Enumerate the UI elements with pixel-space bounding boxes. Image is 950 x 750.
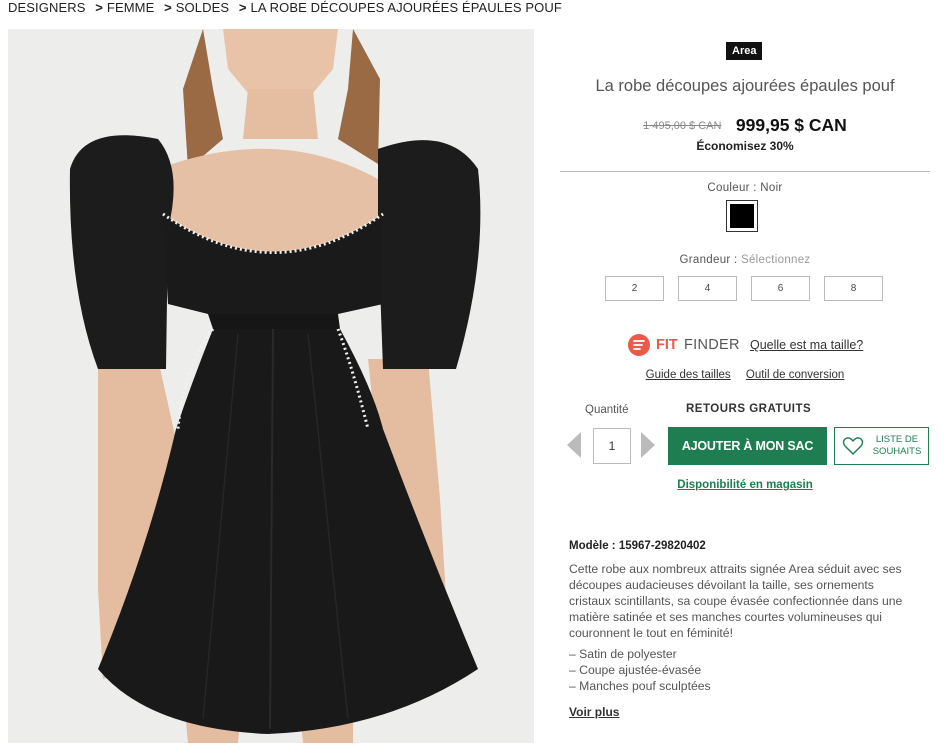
size-option-6[interactable]: 6 xyxy=(751,276,810,301)
breadcrumb-femme[interactable]: FEMME xyxy=(107,0,154,15)
breadcrumb: DESIGNERS > FEMME > SOLDES > LA ROBE DÉCOUP… xyxy=(8,0,562,16)
breadcrumb-current: LA ROBE DÉCOUPES AJOURÉES ÉPAULES POUF xyxy=(250,0,562,15)
store-availability-link[interactable]: Disponibilité en magasin xyxy=(560,479,930,491)
quantity-label: Quantité xyxy=(585,404,629,416)
quantity-input[interactable]: 1 xyxy=(593,428,631,464)
wishlist-button[interactable]: LISTE DE SOUHAITS xyxy=(834,427,929,465)
see-more-link[interactable]: Voir plus xyxy=(569,705,619,719)
fit-finder: FIT FINDER Quelle est ma taille? xyxy=(628,334,928,358)
size-options: 2 4 6 8 xyxy=(605,276,885,302)
quantity-increase-icon[interactable] xyxy=(641,432,655,458)
size-option-2[interactable]: 2 xyxy=(605,276,664,301)
add-to-bag-button[interactable]: AJOUTER À MON SAC xyxy=(668,427,827,465)
feature-item: Manches pouf sculptées xyxy=(569,678,914,694)
size-option-8[interactable]: 8 xyxy=(824,276,883,301)
dress-photo xyxy=(8,29,534,743)
breadcrumb-soldes[interactable]: SOLDES xyxy=(176,0,229,15)
model-number: Modèle : 15967-29820402 xyxy=(569,540,706,552)
product-title: La robe découpes ajourées épaules pouf xyxy=(595,77,895,95)
size-links: Guide des tailles Outil de conversion xyxy=(560,369,930,381)
fit-finder-fit: FIT xyxy=(656,337,678,353)
size-label-text: Grandeur : xyxy=(679,254,738,266)
quantity-decrease-icon[interactable] xyxy=(567,432,581,458)
fit-finder-link[interactable]: Quelle est ma taille? xyxy=(750,338,863,352)
breadcrumb-separator: > xyxy=(164,0,172,15)
feature-list: Satin de polyester Coupe ajustée-évasée … xyxy=(569,646,914,694)
divider xyxy=(560,171,930,172)
fit-finder-icon xyxy=(628,334,650,356)
brand-badge[interactable]: Area xyxy=(726,42,763,60)
size-label: Grandeur : Sélectionnez xyxy=(560,254,930,266)
size-placeholder: Sélectionnez xyxy=(741,254,811,266)
breadcrumb-separator: > xyxy=(95,0,103,15)
sale-price: 999,95 $ CAN xyxy=(735,115,847,135)
breadcrumb-separator: > xyxy=(238,0,247,15)
product-image[interactable] xyxy=(8,29,534,743)
swatch-fill xyxy=(730,204,754,228)
old-price: 1 495,00 $ CAN xyxy=(643,119,722,132)
product-description: Cette robe aux nombreux attraits signée … xyxy=(569,562,903,640)
color-label: Couleur : Noir xyxy=(707,182,783,194)
product-details: Area La robe découpes ajourées épaules p… xyxy=(560,0,930,750)
size-guide-link[interactable]: Guide des tailles xyxy=(646,369,731,381)
size-option-4[interactable]: 4 xyxy=(678,276,737,301)
savings-text: Économisez 30% xyxy=(696,139,794,153)
feature-item: Coupe ajustée-évasée xyxy=(569,662,914,678)
free-returns-label: RETOURS GRATUITS xyxy=(686,403,812,415)
price-block: 1 495,00 $ CAN 999,95 $ CAN xyxy=(560,115,930,136)
feature-item: Satin de polyester xyxy=(569,646,914,662)
breadcrumb-designers[interactable]: DESIGNERS xyxy=(8,0,85,15)
wishlist-label: LISTE DE SOUHAITS xyxy=(872,434,922,457)
color-swatch-black[interactable] xyxy=(726,200,758,232)
conversion-tool-link[interactable]: Outil de conversion xyxy=(746,369,844,381)
heart-icon xyxy=(842,437,864,455)
fit-finder-finder: FINDER xyxy=(684,337,740,353)
